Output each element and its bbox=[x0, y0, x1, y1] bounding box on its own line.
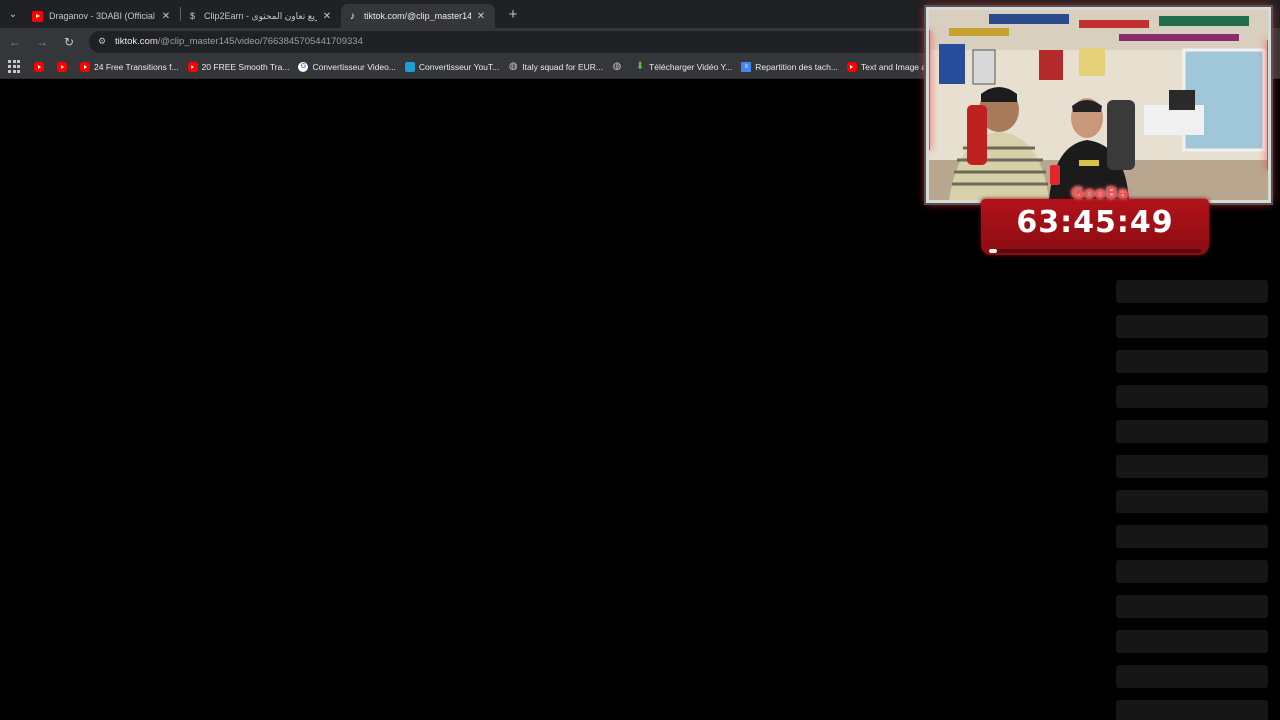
loading-skeleton-list bbox=[1116, 280, 1268, 720]
tab-title: tiktok.com/@clip_master145/vi bbox=[364, 11, 471, 21]
skeleton-row bbox=[1116, 455, 1268, 478]
back-arrow-icon[interactable]: ← bbox=[3, 30, 27, 54]
tab-title: Draganov - 3DABI (Official Mus bbox=[49, 11, 156, 21]
youtube-icon bbox=[57, 61, 67, 72]
timer-progress-bar bbox=[989, 249, 1201, 253]
skeleton-row bbox=[1116, 420, 1268, 443]
skeleton-row bbox=[1116, 560, 1268, 583]
close-icon[interactable]: ✕ bbox=[475, 11, 487, 22]
youtube-icon bbox=[80, 61, 90, 72]
bookmark-24-free-transitions[interactable]: 24 Free Transitions f... bbox=[80, 61, 179, 72]
skeleton-row bbox=[1116, 490, 1268, 513]
tab-search-chevron-icon[interactable]: ⌄ bbox=[0, 0, 26, 28]
bookmark-label: Repartition des tach... bbox=[755, 61, 838, 72]
bookmark-convertisseur-youtube[interactable]: Convertisseur YouT... bbox=[404, 61, 500, 72]
converter-icon bbox=[404, 61, 415, 72]
webcam-overlay bbox=[926, 7, 1271, 203]
neon-glow-right bbox=[1267, 40, 1268, 170]
neon-glow-left bbox=[929, 30, 930, 150]
close-icon[interactable]: ✕ bbox=[321, 11, 333, 22]
streamer-brand-logo: GooBa bbox=[1071, 184, 1129, 202]
bookmark-label: 24 Free Transitions f... bbox=[94, 61, 179, 72]
skeleton-row bbox=[1116, 385, 1268, 408]
bookmark-convertisseur-video[interactable]: G Convertisseur Video... bbox=[298, 61, 396, 72]
url-host: tiktok.com bbox=[115, 36, 158, 47]
tab-clip2earn[interactable]: $ Clip2Earn - تسريع تعاون المحتوى ✕ bbox=[181, 4, 341, 28]
download-icon: ⬇ bbox=[635, 61, 645, 72]
skeleton-row bbox=[1116, 700, 1268, 720]
youtube-icon bbox=[32, 10, 43, 22]
bookmark-youtube-2[interactable] bbox=[57, 61, 71, 72]
bookmark-italy-squad[interactable]: ◍ Italy squad for EUR... bbox=[508, 61, 604, 72]
docs-icon: ≡ bbox=[741, 61, 752, 72]
url-path: /@clip_master145/video/76638457054417093… bbox=[157, 36, 363, 47]
site-settings-icon[interactable]: ⚙ bbox=[95, 36, 109, 47]
tab-tiktok-active[interactable]: ♪ tiktok.com/@clip_master145/vi ✕ bbox=[341, 4, 495, 28]
apps-grid-icon[interactable] bbox=[8, 59, 22, 74]
skeleton-row bbox=[1116, 525, 1268, 548]
bookmark-label: 20 FREE Smooth Tra... bbox=[201, 61, 290, 72]
bookmark-globe[interactable]: ◍ bbox=[612, 61, 626, 72]
tab-draganov[interactable]: Draganov - 3DABI (Official Mus ✕ bbox=[26, 4, 180, 28]
stream-timer: 63:45:49 bbox=[1016, 205, 1174, 240]
youtube-icon bbox=[187, 61, 198, 72]
new-tab-button[interactable]: + bbox=[501, 2, 525, 26]
bookmark-label: Convertisseur YouT... bbox=[418, 61, 500, 72]
youtube-icon bbox=[34, 61, 44, 72]
forward-arrow-icon[interactable]: → bbox=[30, 30, 54, 54]
skeleton-row bbox=[1116, 595, 1268, 618]
skeleton-row bbox=[1116, 315, 1268, 338]
tiktok-icon: ♪ bbox=[350, 10, 355, 22]
reload-icon[interactable]: ↻ bbox=[57, 30, 81, 54]
globe-icon: ◍ bbox=[508, 61, 518, 72]
bookmark-label: Italy squad for EUR... bbox=[522, 61, 604, 72]
stream-timer-panel: 63:45:49 bbox=[981, 199, 1209, 255]
dollar-icon: $ bbox=[189, 11, 195, 21]
close-icon[interactable]: ✕ bbox=[160, 11, 172, 22]
youtube-icon bbox=[846, 61, 857, 72]
bookmark-youtube-1[interactable] bbox=[34, 61, 48, 72]
skeleton-row bbox=[1116, 280, 1268, 303]
bookmark-telecharger-video[interactable]: ⬇ Télécharger Vidéo Y... bbox=[635, 61, 733, 72]
webcam-scene-image bbox=[929, 10, 1268, 200]
globe-icon: ◍ bbox=[612, 61, 622, 72]
timer-progress-fill bbox=[989, 249, 998, 253]
skeleton-row bbox=[1116, 350, 1268, 373]
bookmark-label: Convertisseur Video... bbox=[312, 61, 396, 72]
skeleton-row bbox=[1116, 630, 1268, 653]
skeleton-row bbox=[1116, 665, 1268, 688]
bookmark-repartition[interactable]: ≡ Repartition des tach... bbox=[741, 61, 838, 72]
bookmark-label: Télécharger Vidéo Y... bbox=[649, 61, 733, 72]
bookmark-20-free-smooth[interactable]: 20 FREE Smooth Tra... bbox=[187, 61, 290, 72]
tab-title: Clip2Earn - تسريع تعاون المحتوى bbox=[204, 10, 317, 21]
google-icon: G bbox=[298, 61, 309, 72]
